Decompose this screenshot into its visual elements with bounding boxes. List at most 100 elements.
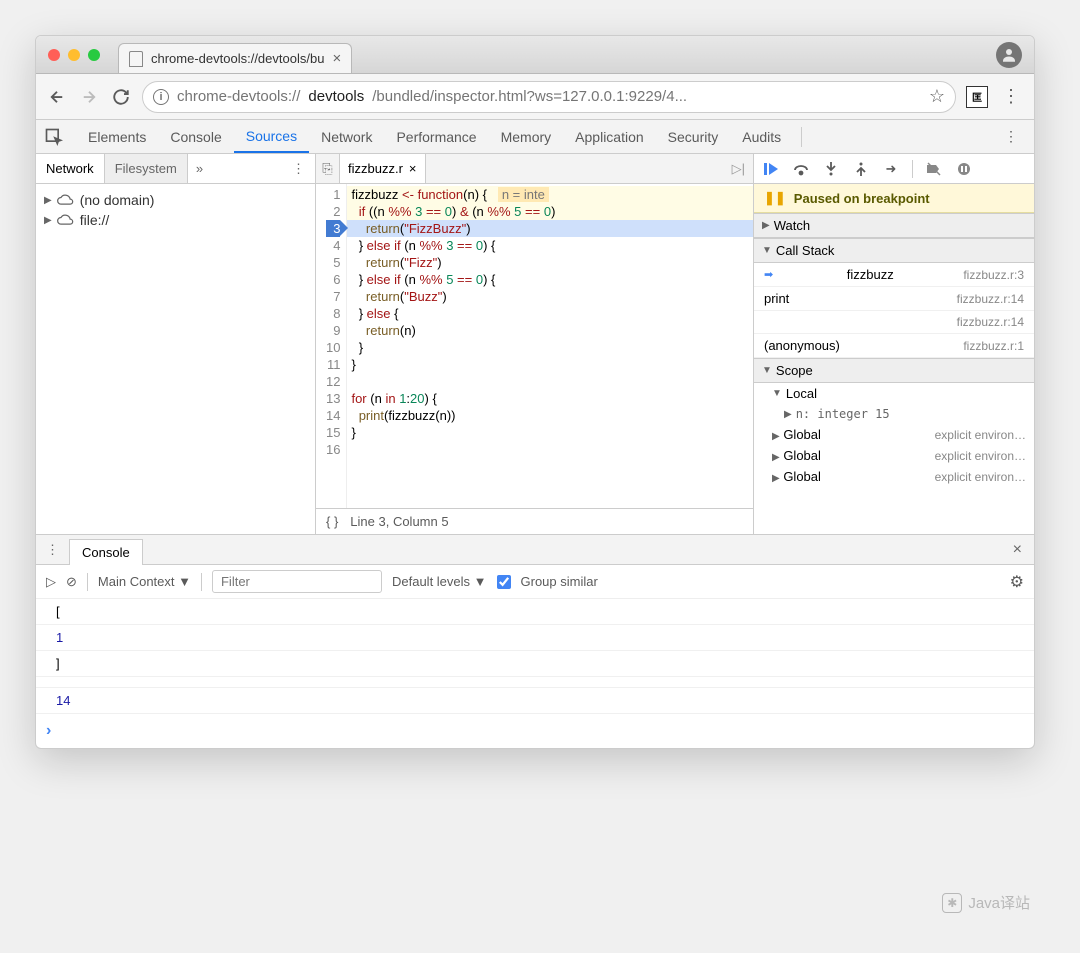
- drawer-menu-icon[interactable]: ⋮: [36, 542, 69, 558]
- console-drawer: ⋮ Console × ▷ ⊘ Main Context ▼ Default l…: [36, 534, 1034, 748]
- main-panels: Network Filesystem » ⋮ ▶ (no domain) ▶ f…: [36, 154, 1034, 534]
- step-button[interactable]: ➜: [882, 160, 900, 178]
- navigator-panel: Network Filesystem » ⋮ ▶ (no domain) ▶ f…: [36, 154, 316, 534]
- separator: [801, 127, 802, 147]
- file-tab[interactable]: fizzbuzz.r ×: [340, 154, 426, 183]
- expand-icon: ▶: [44, 195, 52, 206]
- scope-variable[interactable]: ▶n: integer 15: [754, 404, 1034, 424]
- step-out-button[interactable]: [852, 160, 870, 178]
- devtools-tab-console[interactable]: Console: [158, 120, 233, 153]
- console-tabbar: ⋮ Console ×: [36, 535, 1034, 565]
- devtools-tab-audits[interactable]: Audits: [730, 120, 793, 153]
- navigator-tab-filesystem[interactable]: Filesystem: [105, 154, 188, 183]
- console-row: 1: [36, 625, 1034, 651]
- navigator-more-icon[interactable]: »: [188, 161, 211, 176]
- resume-button[interactable]: [762, 160, 780, 178]
- forward-button[interactable]: [78, 86, 100, 108]
- console-prompt[interactable]: ›: [36, 714, 1034, 748]
- url-scheme: chrome-devtools://: [177, 88, 300, 105]
- deactivate-breakpoints-button[interactable]: [925, 160, 943, 178]
- tree-item[interactable]: ▶ file://: [44, 210, 307, 230]
- address-row: i chrome-devtools://devtools/bundled/ins…: [36, 74, 1034, 120]
- callstack-frame[interactable]: printfizzbuzz.r:14: [754, 287, 1034, 311]
- step-into-button[interactable]: [822, 160, 840, 178]
- warning-icon: ❚❚: [764, 190, 786, 206]
- inspect-icon[interactable]: [44, 127, 64, 147]
- address-bar[interactable]: i chrome-devtools://devtools/bundled/ins…: [142, 81, 956, 113]
- browser-tab[interactable]: chrome-devtools://devtools/bu ×: [118, 43, 352, 73]
- close-drawer-icon[interactable]: ×: [1001, 541, 1034, 559]
- minimize-window-icon[interactable]: [68, 49, 80, 61]
- console-tab[interactable]: Console: [69, 539, 143, 565]
- devtools-tab-application[interactable]: Application: [563, 120, 656, 153]
- navigator-options-icon[interactable]: ⋮: [282, 161, 315, 177]
- scope-local[interactable]: ▼Local: [754, 383, 1034, 404]
- expand-icon: ▶: [44, 215, 52, 226]
- callstack-section[interactable]: ▼Call Stack: [754, 238, 1034, 263]
- profile-icon[interactable]: [996, 42, 1022, 68]
- watermark: ✱ Java译站: [942, 892, 1030, 913]
- console-settings-icon[interactable]: ⚙: [1010, 572, 1024, 592]
- navigator-tabs: Network Filesystem » ⋮: [36, 154, 315, 184]
- callstack-frame[interactable]: (anonymous)fizzbuzz.r:1: [754, 334, 1034, 358]
- context-selector[interactable]: Main Context ▼: [98, 574, 191, 589]
- extension-icon[interactable]: 匡: [966, 86, 988, 108]
- devtools-tab-security[interactable]: Security: [656, 120, 731, 153]
- console-output: [1] 14: [36, 599, 1034, 714]
- source-editor[interactable]: 12345678910111213141516 fizzbuzz <- func…: [316, 184, 753, 508]
- console-filter-input[interactable]: [212, 570, 382, 593]
- back-button[interactable]: [46, 86, 68, 108]
- pause-banner: ❚❚ Paused on breakpoint: [754, 184, 1034, 213]
- console-row: [: [36, 599, 1034, 625]
- file-tree: ▶ (no domain) ▶ file://: [36, 184, 315, 236]
- console-row: ]: [36, 651, 1034, 677]
- titlebar: chrome-devtools://devtools/bu ×: [36, 36, 1034, 74]
- group-similar-label: Group similar: [521, 574, 598, 589]
- tab-close-icon[interactable]: ×: [332, 50, 341, 67]
- scope-section[interactable]: ▼Scope: [754, 358, 1034, 383]
- browser-menu-icon[interactable]: ⋮: [998, 86, 1024, 107]
- tree-item[interactable]: ▶ (no domain): [44, 190, 307, 210]
- pause-on-exceptions-button[interactable]: [955, 160, 973, 178]
- browser-window: chrome-devtools://devtools/bu × i chrome…: [35, 35, 1035, 749]
- watch-section[interactable]: ▶Watch: [754, 213, 1034, 238]
- scope-global[interactable]: ▶ Globalexplicit environ…: [754, 466, 1034, 487]
- site-info-icon[interactable]: i: [153, 89, 169, 105]
- url-path: /bundled/inspector.html?ws=127.0.0.1:922…: [372, 88, 687, 105]
- window-controls: [48, 49, 100, 61]
- log-levels-selector[interactable]: Default levels ▼: [392, 574, 487, 589]
- cloud-icon: [56, 193, 76, 207]
- maximize-window-icon[interactable]: [88, 49, 100, 61]
- cursor-position: Line 3, Column 5: [350, 514, 448, 529]
- devtools-tab-sources[interactable]: Sources: [234, 120, 309, 153]
- close-window-icon[interactable]: [48, 49, 60, 61]
- toggle-navigator-icon[interactable]: ⎘: [316, 154, 340, 183]
- callstack-frame[interactable]: fizzbuzz.r:14: [754, 311, 1034, 334]
- close-icon[interactable]: ×: [409, 161, 417, 176]
- devtools-menu-icon[interactable]: ⋮: [996, 128, 1026, 145]
- editor-tabs: ⎘ fizzbuzz.r × ▷|: [316, 154, 753, 184]
- console-toolbar: ▷ ⊘ Main Context ▼ Default levels ▼ Grou…: [36, 565, 1034, 599]
- scope-global[interactable]: ▶ Globalexplicit environ…: [754, 424, 1034, 445]
- devtools-tab-elements[interactable]: Elements: [76, 120, 158, 153]
- reload-button[interactable]: [110, 86, 132, 108]
- console-row: 14: [36, 688, 1034, 714]
- scope-global[interactable]: ▶ Globalexplicit environ…: [754, 445, 1034, 466]
- run-snippet-icon[interactable]: ▷|: [732, 161, 745, 177]
- show-console-sidebar-icon[interactable]: ▷: [46, 574, 56, 590]
- devtools-tab-memory[interactable]: Memory: [489, 120, 564, 153]
- tab-strip: chrome-devtools://devtools/bu ×: [118, 36, 996, 73]
- navigator-tab-network[interactable]: Network: [36, 154, 105, 183]
- devtools-tab-performance[interactable]: Performance: [384, 120, 488, 153]
- bookmark-icon[interactable]: ☆: [929, 86, 945, 107]
- step-over-button[interactable]: [792, 160, 810, 178]
- file-icon: [129, 51, 143, 67]
- callstack-frame[interactable]: fizzbuzzfizzbuzz.r:3: [754, 263, 1034, 287]
- pretty-print-icon[interactable]: { }: [326, 514, 338, 529]
- cloud-icon: [56, 213, 76, 227]
- tab-title: chrome-devtools://devtools/bu: [151, 51, 324, 66]
- group-similar-checkbox[interactable]: [497, 575, 511, 589]
- console-row: [36, 677, 1034, 688]
- clear-console-icon[interactable]: ⊘: [66, 574, 77, 590]
- devtools-tab-network[interactable]: Network: [309, 120, 384, 153]
